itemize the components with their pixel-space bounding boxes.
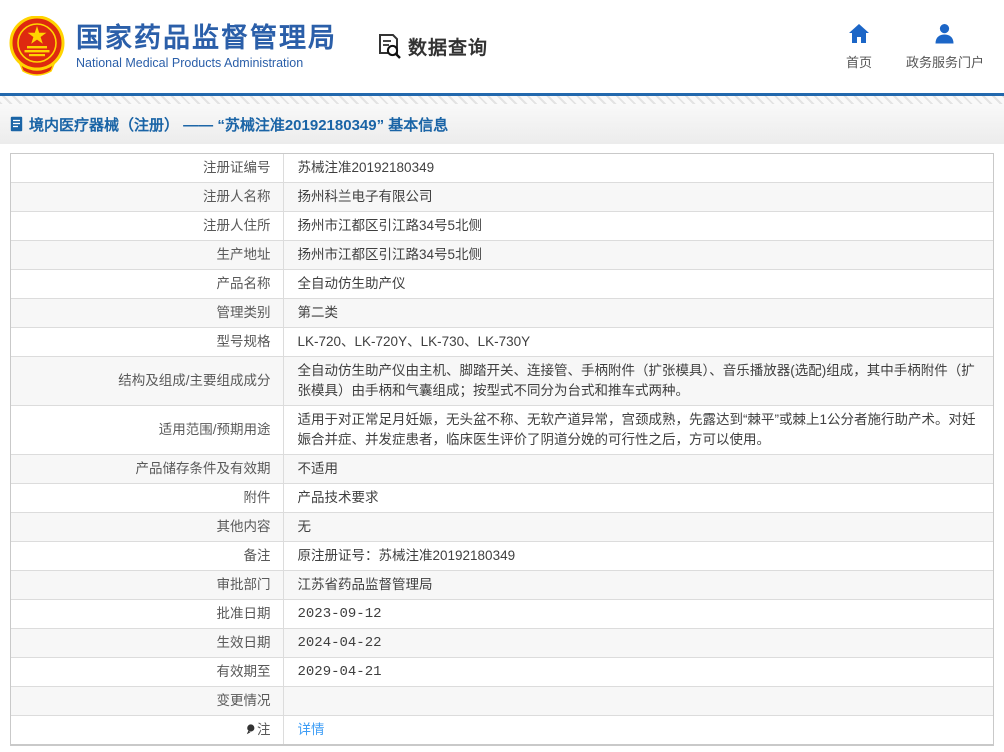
row-label: 产品储存条件及有效期 xyxy=(11,454,284,484)
bulb-icon xyxy=(246,724,255,735)
row-label: 注册人住所 xyxy=(11,211,284,241)
top-nav: 首页 政务服务门户 xyxy=(846,23,990,71)
table-row: 产品名称 全自动仿生助产仪 xyxy=(11,269,993,299)
note-label: 注 xyxy=(257,722,271,737)
row-value: 扬州市江都区引江路34号5北侧 xyxy=(283,240,993,270)
data-query-button[interactable]: 数据查询 xyxy=(377,33,488,60)
row-value: 全自动仿生助产仪由主机、脚踏开关、连接管、手柄附件（扩张模具）、音乐播放器(选配… xyxy=(283,356,993,406)
nav-label-portal: 政务服务门户 xyxy=(905,54,984,70)
table-row: 注册人住所 扬州市江都区引江路34号5北侧 xyxy=(11,211,993,241)
info-table-wrap: 注册证编号 苏械注准20192180349 注册人名称 扬州科兰电子有限公司 注… xyxy=(10,153,994,746)
table-row: 生产地址 扬州市江都区引江路34号5北侧 xyxy=(11,240,993,270)
table-row: 备注 原注册证号：苏械注准20192180349 xyxy=(11,541,993,571)
row-label: 批准日期 xyxy=(11,599,284,629)
table-row: 注 详情 xyxy=(11,715,993,744)
row-label: 备注 xyxy=(11,541,284,571)
data-query-label: 数据查询 xyxy=(408,38,489,59)
table-row: 有效期至 2029-04-21 xyxy=(11,657,993,687)
table-row: 生效日期 2024-04-22 xyxy=(11,628,993,658)
hatched-strip xyxy=(0,96,1004,104)
row-label: 结构及组成/主要组成成分 xyxy=(11,356,284,406)
row-value: LK-720、LK-720Y、LK-730、LK-730Y xyxy=(283,327,993,357)
person-icon xyxy=(935,23,954,43)
table-row: 批准日期 2023-09-12 xyxy=(11,599,993,629)
row-value: 无 xyxy=(283,512,993,542)
row-value: 2023-09-12 xyxy=(283,599,993,629)
row-label: 变更情况 xyxy=(11,686,284,716)
row-label: 注册人名称 xyxy=(11,182,284,212)
row-value: 全自动仿生助产仪 xyxy=(283,269,993,299)
brand-block[interactable]: 国家药品监督管理局 National Medical Products Admi… xyxy=(76,23,337,70)
row-label: 生效日期 xyxy=(11,628,284,658)
table-row: 产品储存条件及有效期 不适用 xyxy=(11,454,993,484)
table-row: 其他内容 无 xyxy=(11,512,993,542)
row-value: 产品技术要求 xyxy=(283,483,993,513)
document-search-icon xyxy=(379,34,401,59)
info-table: 注册证编号 苏械注准20192180349 注册人名称 扬州科兰电子有限公司 注… xyxy=(11,154,993,744)
row-label: 有效期至 xyxy=(11,657,284,687)
table-row: 型号规格 LK-720、LK-720Y、LK-730、LK-730Y xyxy=(11,327,993,357)
row-value: 2029-04-21 xyxy=(283,657,993,687)
row-label: 管理类别 xyxy=(11,298,284,328)
row-value: 扬州市江都区引江路34号5北侧 xyxy=(283,211,993,241)
table-row: 结构及组成/主要组成成分 全自动仿生助产仪由主机、脚踏开关、连接管、手柄附件（扩… xyxy=(11,356,993,406)
row-value: 原注册证号：苏械注准20192180349 xyxy=(283,541,993,571)
breadcrumb: 境内医疗器械（注册） —— “苏械注准20192180349” 基本信息 xyxy=(29,116,449,134)
national-emblem-icon xyxy=(9,15,65,76)
home-icon xyxy=(848,23,869,43)
table-row: 管理类别 第二类 xyxy=(11,298,993,328)
row-value: 详情 xyxy=(283,715,993,744)
row-value: 江苏省药品监督管理局 xyxy=(283,570,993,600)
row-label: 附件 xyxy=(11,483,284,513)
details-link[interactable]: 详情 xyxy=(298,722,325,737)
org-title-cn: 国家药品监督管理局 xyxy=(76,23,337,53)
row-label: 审批部门 xyxy=(11,570,284,600)
row-value: 适用于对正常足月妊娠，无头盆不称、无软产道异常，宫颈成熟，先露达到“棘平”或棘上… xyxy=(283,405,993,455)
row-label: 注册证编号 xyxy=(11,154,284,183)
breadcrumb-bar: 境内医疗器械（注册） —— “苏械注准20192180349” 基本信息 xyxy=(0,104,1004,144)
table-row: 附件 产品技术要求 xyxy=(11,483,993,513)
row-label: 产品名称 xyxy=(11,269,284,299)
org-title-en: National Medical Products Administration xyxy=(76,56,304,70)
row-label: 型号规格 xyxy=(11,327,284,357)
nav-item-home[interactable]: 首页 xyxy=(846,23,872,71)
row-value: 第二类 xyxy=(283,298,993,328)
row-label: 生产地址 xyxy=(11,240,284,270)
site-header: 国家药品监督管理局 National Medical Products Admi… xyxy=(0,0,1004,93)
row-label: 注 xyxy=(11,715,284,744)
table-row: 变更情况 xyxy=(11,686,993,716)
nav-item-portal[interactable]: 政务服务门户 xyxy=(906,23,984,71)
table-row: 注册人名称 扬州科兰电子有限公司 xyxy=(11,182,993,212)
document-icon xyxy=(10,116,23,132)
table-row: 审批部门 江苏省药品监督管理局 xyxy=(11,570,993,600)
table-row: 注册证编号 苏械注准20192180349 xyxy=(11,154,993,183)
row-value: 苏械注准20192180349 xyxy=(297,160,435,175)
row-label: 其他内容 xyxy=(11,512,284,542)
row-value: 不适用 xyxy=(283,454,993,484)
row-value: 扬州科兰电子有限公司 xyxy=(283,182,993,212)
nav-label-home: 首页 xyxy=(845,54,872,70)
table-row: 适用范围/预期用途 适用于对正常足月妊娠，无头盆不称、无软产道异常，宫颈成熟，先… xyxy=(11,405,993,455)
row-value xyxy=(283,686,993,716)
row-label: 适用范围/预期用途 xyxy=(11,405,284,455)
row-value: 2024-04-22 xyxy=(283,628,993,658)
